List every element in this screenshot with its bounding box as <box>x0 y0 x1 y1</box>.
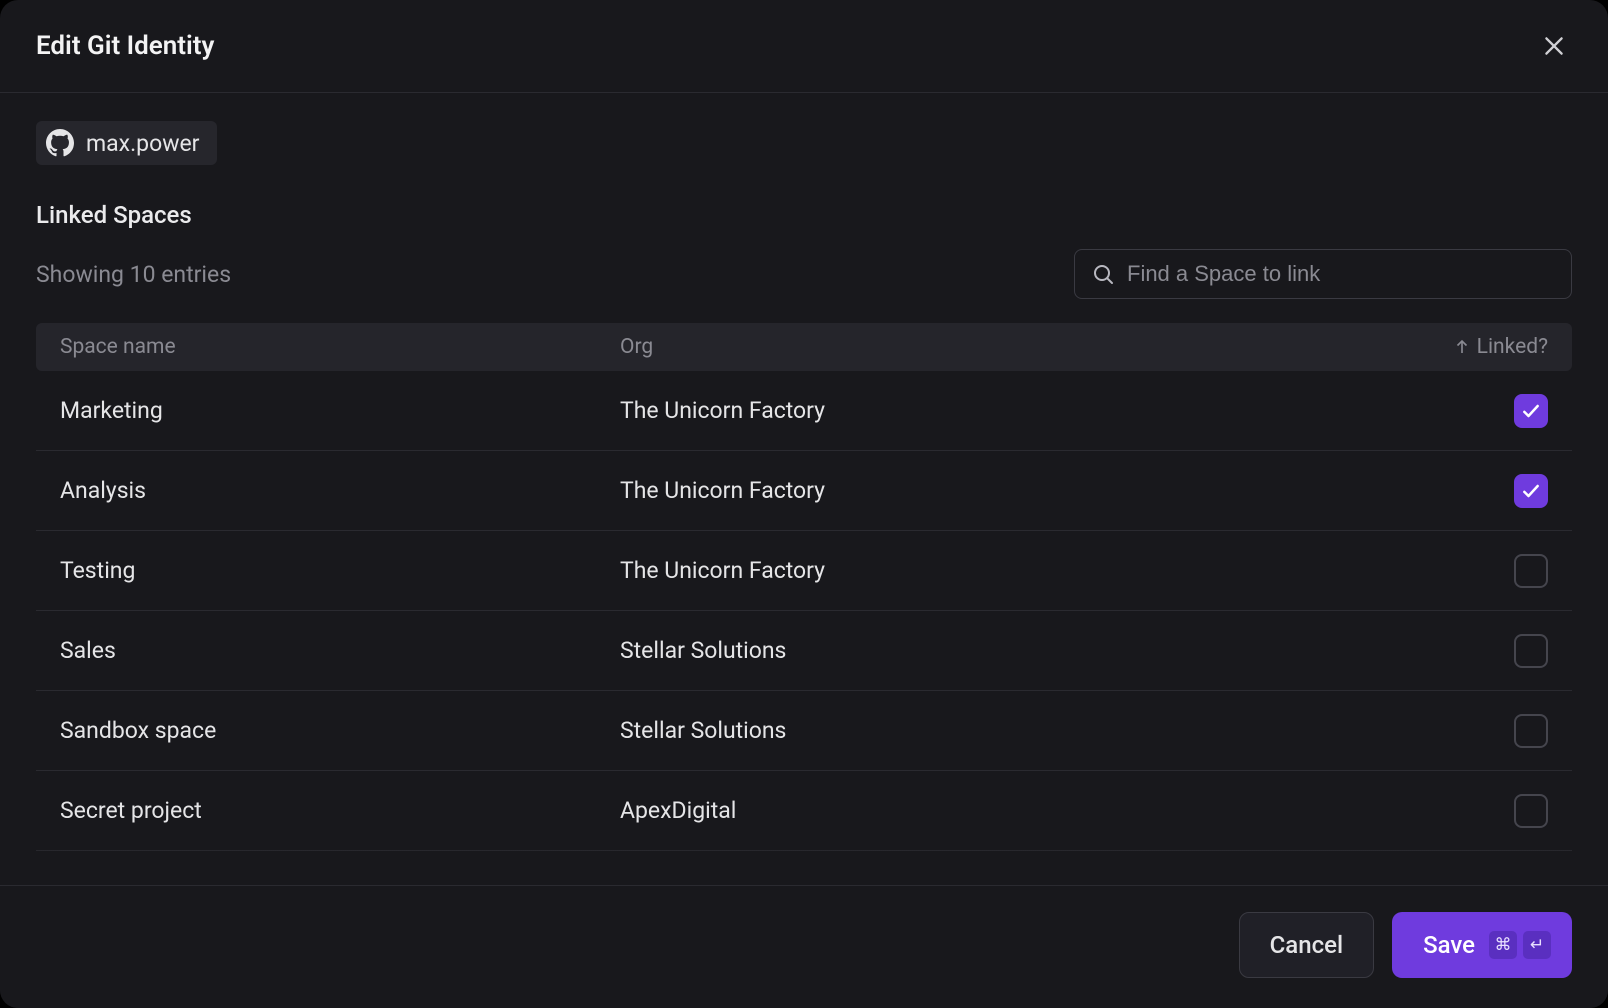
cell-space-name: Marketing <box>60 397 620 424</box>
table-row: MarketingThe Unicorn Factory <box>36 371 1572 451</box>
cell-space-name: Testing <box>60 557 620 584</box>
save-button[interactable]: Save ⌘ ↵ <box>1392 912 1572 978</box>
modal-body: max.power Linked Spaces Showing 10 entri… <box>0 93 1608 885</box>
space-search-input[interactable] <box>1127 261 1555 287</box>
linked-checkbox[interactable] <box>1514 394 1548 428</box>
save-shortcut: ⌘ ↵ <box>1489 931 1551 959</box>
close-button[interactable] <box>1536 28 1572 64</box>
check-icon <box>1521 481 1541 501</box>
space-search-field[interactable] <box>1074 249 1572 299</box>
cell-linked <box>1308 634 1548 668</box>
linked-checkbox[interactable] <box>1514 714 1548 748</box>
shortcut-key-enter: ↵ <box>1523 931 1551 959</box>
cell-linked <box>1308 794 1548 828</box>
column-header-linked[interactable]: Linked? <box>1308 335 1548 359</box>
shortcut-key-cmd: ⌘ <box>1489 931 1517 959</box>
modal-header: Edit Git Identity <box>0 0 1608 93</box>
linked-checkbox[interactable] <box>1514 794 1548 828</box>
git-identity-chip[interactable]: max.power <box>36 121 217 165</box>
cell-linked <box>1308 714 1548 748</box>
table-row: AnalysisThe Unicorn Factory <box>36 451 1572 531</box>
linked-spaces-heading: Linked Spaces <box>36 201 1572 229</box>
cell-org: Stellar Solutions <box>620 637 1308 664</box>
cell-linked <box>1308 474 1548 508</box>
cell-space-name: Sandbox space <box>60 717 620 744</box>
cell-space-name: Sales <box>60 637 620 664</box>
table-row: Secret projectApexDigital <box>36 771 1572 851</box>
sort-ascending-icon <box>1453 338 1471 356</box>
cancel-button[interactable]: Cancel <box>1239 912 1374 978</box>
modal-title: Edit Git Identity <box>36 31 214 61</box>
cell-org: The Unicorn Factory <box>620 557 1308 584</box>
linked-checkbox[interactable] <box>1514 634 1548 668</box>
cell-org: Stellar Solutions <box>620 717 1308 744</box>
linked-checkbox[interactable] <box>1514 554 1548 588</box>
table-toolbar: Showing 10 entries <box>36 249 1572 299</box>
table-row: Sandbox spaceStellar Solutions <box>36 691 1572 771</box>
git-identity-username: max.power <box>86 130 199 157</box>
cell-linked <box>1308 554 1548 588</box>
cell-space-name: Analysis <box>60 477 620 504</box>
table-body: MarketingThe Unicorn FactoryAnalysisThe … <box>36 371 1572 885</box>
github-icon <box>46 129 74 157</box>
column-header-org[interactable]: Org <box>620 335 1308 359</box>
column-header-linked-label: Linked? <box>1477 335 1548 359</box>
close-icon <box>1541 33 1567 59</box>
column-header-space-name[interactable]: Space name <box>60 335 620 359</box>
save-button-label: Save <box>1423 931 1475 959</box>
entries-count-label: Showing 10 entries <box>36 261 231 288</box>
cell-org: The Unicorn Factory <box>620 477 1308 504</box>
table-row: TestingThe Unicorn Factory <box>36 531 1572 611</box>
linked-checkbox[interactable] <box>1514 474 1548 508</box>
cell-space-name: Secret project <box>60 797 620 824</box>
edit-git-identity-modal: Edit Git Identity max.power Linked Space… <box>0 0 1608 1008</box>
check-icon <box>1521 401 1541 421</box>
cell-org: The Unicorn Factory <box>620 397 1308 424</box>
table-header-row: Space name Org Linked? <box>36 323 1572 371</box>
cell-linked <box>1308 394 1548 428</box>
spaces-table: Space name Org Linked? MarketingThe Unic… <box>36 323 1572 885</box>
cancel-button-label: Cancel <box>1270 931 1343 959</box>
cell-org: ApexDigital <box>620 797 1308 824</box>
search-icon <box>1091 262 1115 286</box>
modal-footer: Cancel Save ⌘ ↵ <box>0 885 1608 1008</box>
table-row: SalesStellar Solutions <box>36 611 1572 691</box>
